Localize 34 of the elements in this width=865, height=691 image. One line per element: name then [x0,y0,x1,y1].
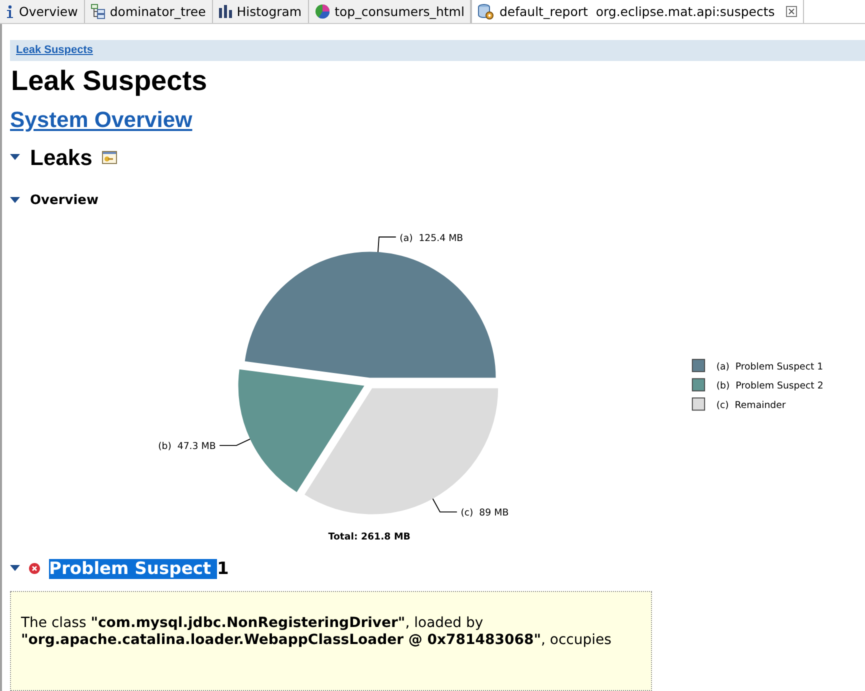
section-heading: Leaks [30,144,92,171]
details-icon[interactable] [102,151,118,164]
breadcrumb-link[interactable]: Leak Suspects [16,44,94,56]
legend-label: (c) Remainder [716,400,786,410]
tree-icon [90,4,105,19]
editor-tab[interactable]: Histogram [212,0,309,23]
chart-total: Total: 261.8 MB [328,531,410,542]
editor-tab[interactable]: default_report org.eclipse.mat.api:suspects [471,0,804,23]
pie-chart-icon [314,4,330,19]
editor-tab[interactable]: Overview [0,0,85,23]
slice-value-label: (b) 47.3 MB [158,440,216,452]
close-icon[interactable] [786,6,797,17]
info-icon [6,4,14,18]
leader-line [378,236,396,252]
error-icon [29,563,40,574]
legend-label: (b) Problem Suspect 2 [716,380,824,392]
description-text: The class "com.mysql.jdbc.NonRegisteringDriver", loaded by [21,614,484,632]
slice-value-label: (a) 125.4 MB [400,232,464,244]
suspect-heading: Problem Suspect 1 [49,558,229,579]
description-text: "org.apache.catalina.loader.WebappClassLoader @ 0x781483068", occupies [21,632,612,649]
slice-value-label: (c) 89 MB [460,507,509,518]
page-title: Leak Suspects [11,64,208,97]
expand-arrow-icon[interactable] [10,154,20,162]
leader-line [219,438,251,446]
expand-arrow-icon[interactable] [10,196,20,204]
editor-tab[interactable]: top_consumers_html [308,0,472,23]
leader-line [432,498,458,512]
subsection-heading: Overview [30,192,99,208]
legend-label: (a) Problem Suspect 1 [716,360,824,372]
bar-chart-icon [218,5,232,18]
system-overview-link[interactable]: System Overview [10,106,192,132]
editor-tab[interactable]: dominator_tree [84,0,213,23]
database-gear-icon [478,4,494,20]
expand-arrow-icon[interactable] [10,565,20,572]
